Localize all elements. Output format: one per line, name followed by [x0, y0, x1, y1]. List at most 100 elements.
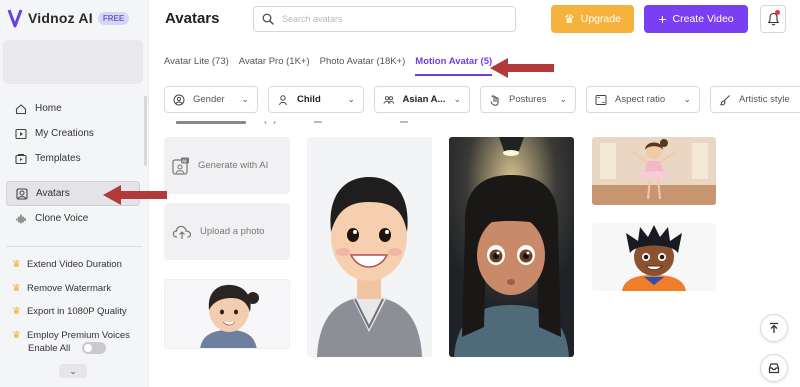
tab-motion-avatar[interactable]: Motion Avatar (5) [415, 56, 493, 76]
generate-with-ai-card[interactable]: AI Generate with AI [164, 137, 290, 194]
app-name: Vidnoz AI [28, 10, 93, 26]
inbox-button[interactable] [760, 354, 788, 382]
chevron-down-icon: ⌄ [559, 94, 567, 104]
perk-label: Remove Watermark [26, 282, 112, 294]
avatar-thumbnail [592, 137, 716, 205]
filter-age[interactable]: Child ⌄ [268, 86, 364, 113]
promo-banner[interactable] [3, 40, 143, 84]
sidebar-item-my-creations[interactable]: My Creations [6, 121, 140, 146]
upgrade-button[interactable]: ♛ Upgrade [551, 5, 634, 33]
avatar-card[interactable] [164, 279, 290, 349]
voice-icon [14, 212, 27, 225]
sidebar-item-templates[interactable]: Templates [6, 146, 140, 171]
sidebar-scrollbar[interactable] [144, 96, 147, 166]
avatar-card[interactable] [449, 137, 574, 357]
notifications-button[interactable] [760, 5, 786, 33]
section-header-partial [164, 116, 424, 124]
perk-label: Export in 1080P Quality [26, 306, 127, 318]
brush-icon [720, 94, 730, 105]
sidebar-item-label: Clone Voice [35, 213, 89, 224]
upgrade-label: Upgrade [580, 13, 622, 25]
chevron-down-icon: ⌄ [453, 94, 461, 104]
avatar-thumbnail [307, 137, 432, 357]
sidebar-item-label: Templates [35, 153, 81, 164]
avatar-card[interactable] [592, 223, 716, 291]
child-icon [279, 94, 287, 105]
ai-generate-icon: AI [172, 157, 189, 175]
back-to-top-button[interactable] [760, 314, 788, 342]
perk-label: Employ Premium Voices [26, 329, 130, 341]
crown-icon: ♛ [12, 306, 21, 318]
filter-aspect-ratio[interactable]: Aspect ratio ⌄ [586, 86, 700, 113]
notification-dot [775, 10, 780, 15]
create-video-button[interactable]: + Create Video [644, 5, 748, 33]
filter-label: Asian A... [402, 94, 446, 105]
crown-icon: ♛ [12, 259, 21, 271]
generate-with-ai-label: Generate with AI [198, 160, 269, 171]
avatar-card[interactable] [307, 137, 432, 357]
avatar-icon [15, 187, 28, 200]
sidebar-item-label: Avatars [36, 188, 70, 199]
filter-label: Artistic style [739, 94, 790, 105]
sidebar-item-clone-voice[interactable]: Clone Voice [6, 206, 140, 231]
logo-icon [7, 9, 23, 28]
sidebar-item-label: My Creations [35, 128, 94, 139]
tab-photo-avatar[interactable]: Photo Avatar (18K+) [320, 56, 406, 76]
upload-photo-label: Upload a photo [200, 226, 265, 237]
avatar-card[interactable] [592, 137, 716, 205]
templates-icon [14, 152, 27, 165]
collapse-button[interactable]: ⌄ [59, 364, 87, 378]
filter-label: Postures [509, 94, 547, 105]
enable-all-toggle[interactable] [82, 342, 107, 354]
search-input[interactable] [282, 14, 482, 24]
sidebar-nav: Home My Creations Templates Avatars Clon… [6, 96, 140, 231]
avatar-tabs: Avatar Lite (73) Avatar Pro (1K+) Photo … [164, 56, 493, 76]
perk-label: Extend Video Duration [26, 259, 122, 271]
avatar-thumbnail [165, 280, 289, 348]
filter-postures[interactable]: Postures ⌄ [480, 86, 576, 113]
search-box[interactable] [253, 6, 516, 32]
cloud-upload-icon [172, 225, 192, 239]
filter-bar: Gender ⌄ Child ⌄ Asian A... ⌄ Postures ⌄… [164, 86, 800, 113]
page-title: Avatars [165, 10, 220, 27]
annotation-arrow-tab [490, 58, 554, 78]
aspect-ratio-icon [595, 94, 607, 105]
perk-item[interactable]: ♛ Remove Watermark [12, 277, 146, 301]
chevron-down-icon: ⌄ [347, 94, 355, 104]
sidebar-divider [6, 246, 142, 247]
avatar-thumbnail [592, 223, 716, 291]
app-logo[interactable]: Vidnoz AI FREE [7, 8, 130, 28]
filter-label: Child [297, 94, 321, 105]
inbox-icon [768, 363, 780, 374]
sidebar-item-home[interactable]: Home [6, 96, 140, 121]
filter-ethnicity[interactable]: Asian A... ⌄ [374, 86, 470, 113]
arrow-up-icon [770, 322, 778, 333]
svg-text:AI: AI [182, 158, 187, 163]
posture-icon [490, 94, 499, 106]
chevron-down-icon: ⌄ [241, 94, 249, 104]
group-icon [383, 95, 395, 104]
filter-artistic-style[interactable]: Artistic style [710, 86, 800, 113]
home-icon [14, 102, 27, 115]
filter-gender[interactable]: Gender ⌄ [164, 86, 258, 113]
filter-label: Gender [193, 94, 225, 105]
person-icon [173, 94, 185, 105]
free-badge: FREE [97, 11, 130, 25]
enable-all-row: Enable All [28, 342, 107, 354]
play-icon [14, 127, 27, 140]
crown-icon: ♛ [12, 329, 21, 341]
crown-icon: ♛ [12, 282, 21, 294]
avatar-thumbnail [449, 137, 574, 357]
chevron-down-icon: ⌄ [69, 365, 77, 376]
perk-item[interactable]: ♛ Export in 1080P Quality [12, 300, 146, 324]
sidebar-item-label: Home [35, 103, 62, 114]
tab-avatar-pro[interactable]: Avatar Pro (1K+) [239, 56, 310, 76]
perks-list: ♛ Extend Video Duration ♛ Remove Waterma… [12, 253, 146, 347]
search-icon [262, 13, 274, 25]
plus-icon: + [658, 11, 667, 27]
upload-photo-card[interactable]: Upload a photo [164, 203, 290, 260]
perk-item[interactable]: ♛ Extend Video Duration [12, 253, 146, 277]
chevron-down-icon: ⌄ [683, 94, 691, 104]
tab-avatar-lite[interactable]: Avatar Lite (73) [164, 56, 229, 76]
enable-all-label: Enable All [28, 342, 71, 354]
